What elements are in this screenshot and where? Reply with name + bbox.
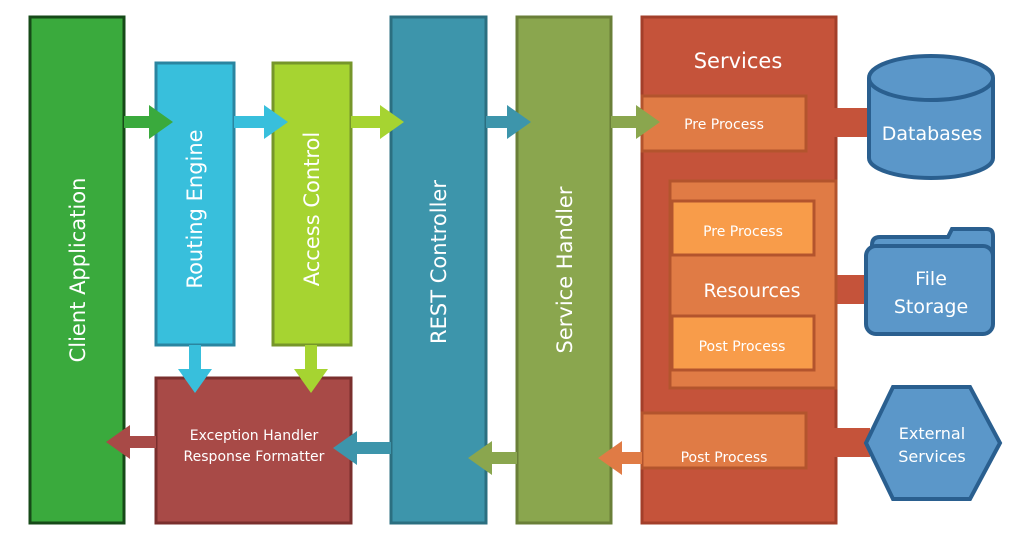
routing-engine-label: Routing Engine — [183, 129, 207, 288]
services-pre-process-label: Pre Process — [684, 117, 764, 133]
service-handler-label: Service Handler — [553, 186, 577, 353]
rest-controller-label: REST Controller — [427, 180, 451, 344]
services-title: Services — [694, 49, 783, 73]
resources-post-process-label: Post Process — [699, 339, 786, 355]
databases-connector — [806, 108, 870, 137]
response-formatter-label: Response Formatter — [184, 449, 325, 465]
external-services-hexagon-icon — [863, 385, 1003, 501]
databases-cylinder-icon — [867, 54, 995, 180]
databases-label: Databases — [882, 123, 983, 145]
api-architecture-diagram: Client Application Routing Engine Access… — [28, 15, 1003, 525]
external-services-label-line1: External — [899, 424, 965, 443]
access-control-label: Access Control — [300, 132, 324, 286]
file-storage-label-line2: Storage — [894, 296, 968, 318]
file-storage-label-line1: File — [915, 268, 947, 290]
exception-handler-label: Exception Handler — [190, 428, 319, 444]
file-storage-connector — [836, 275, 868, 304]
resources-pre-process-label: Pre Process — [703, 224, 783, 240]
resources-title: Resources — [703, 280, 800, 302]
client-application-label: Client Application — [66, 178, 90, 363]
external-services-connector — [806, 428, 870, 457]
external-services-label-line2: Services — [898, 447, 965, 466]
services-post-process-label: Post Process — [681, 450, 768, 466]
